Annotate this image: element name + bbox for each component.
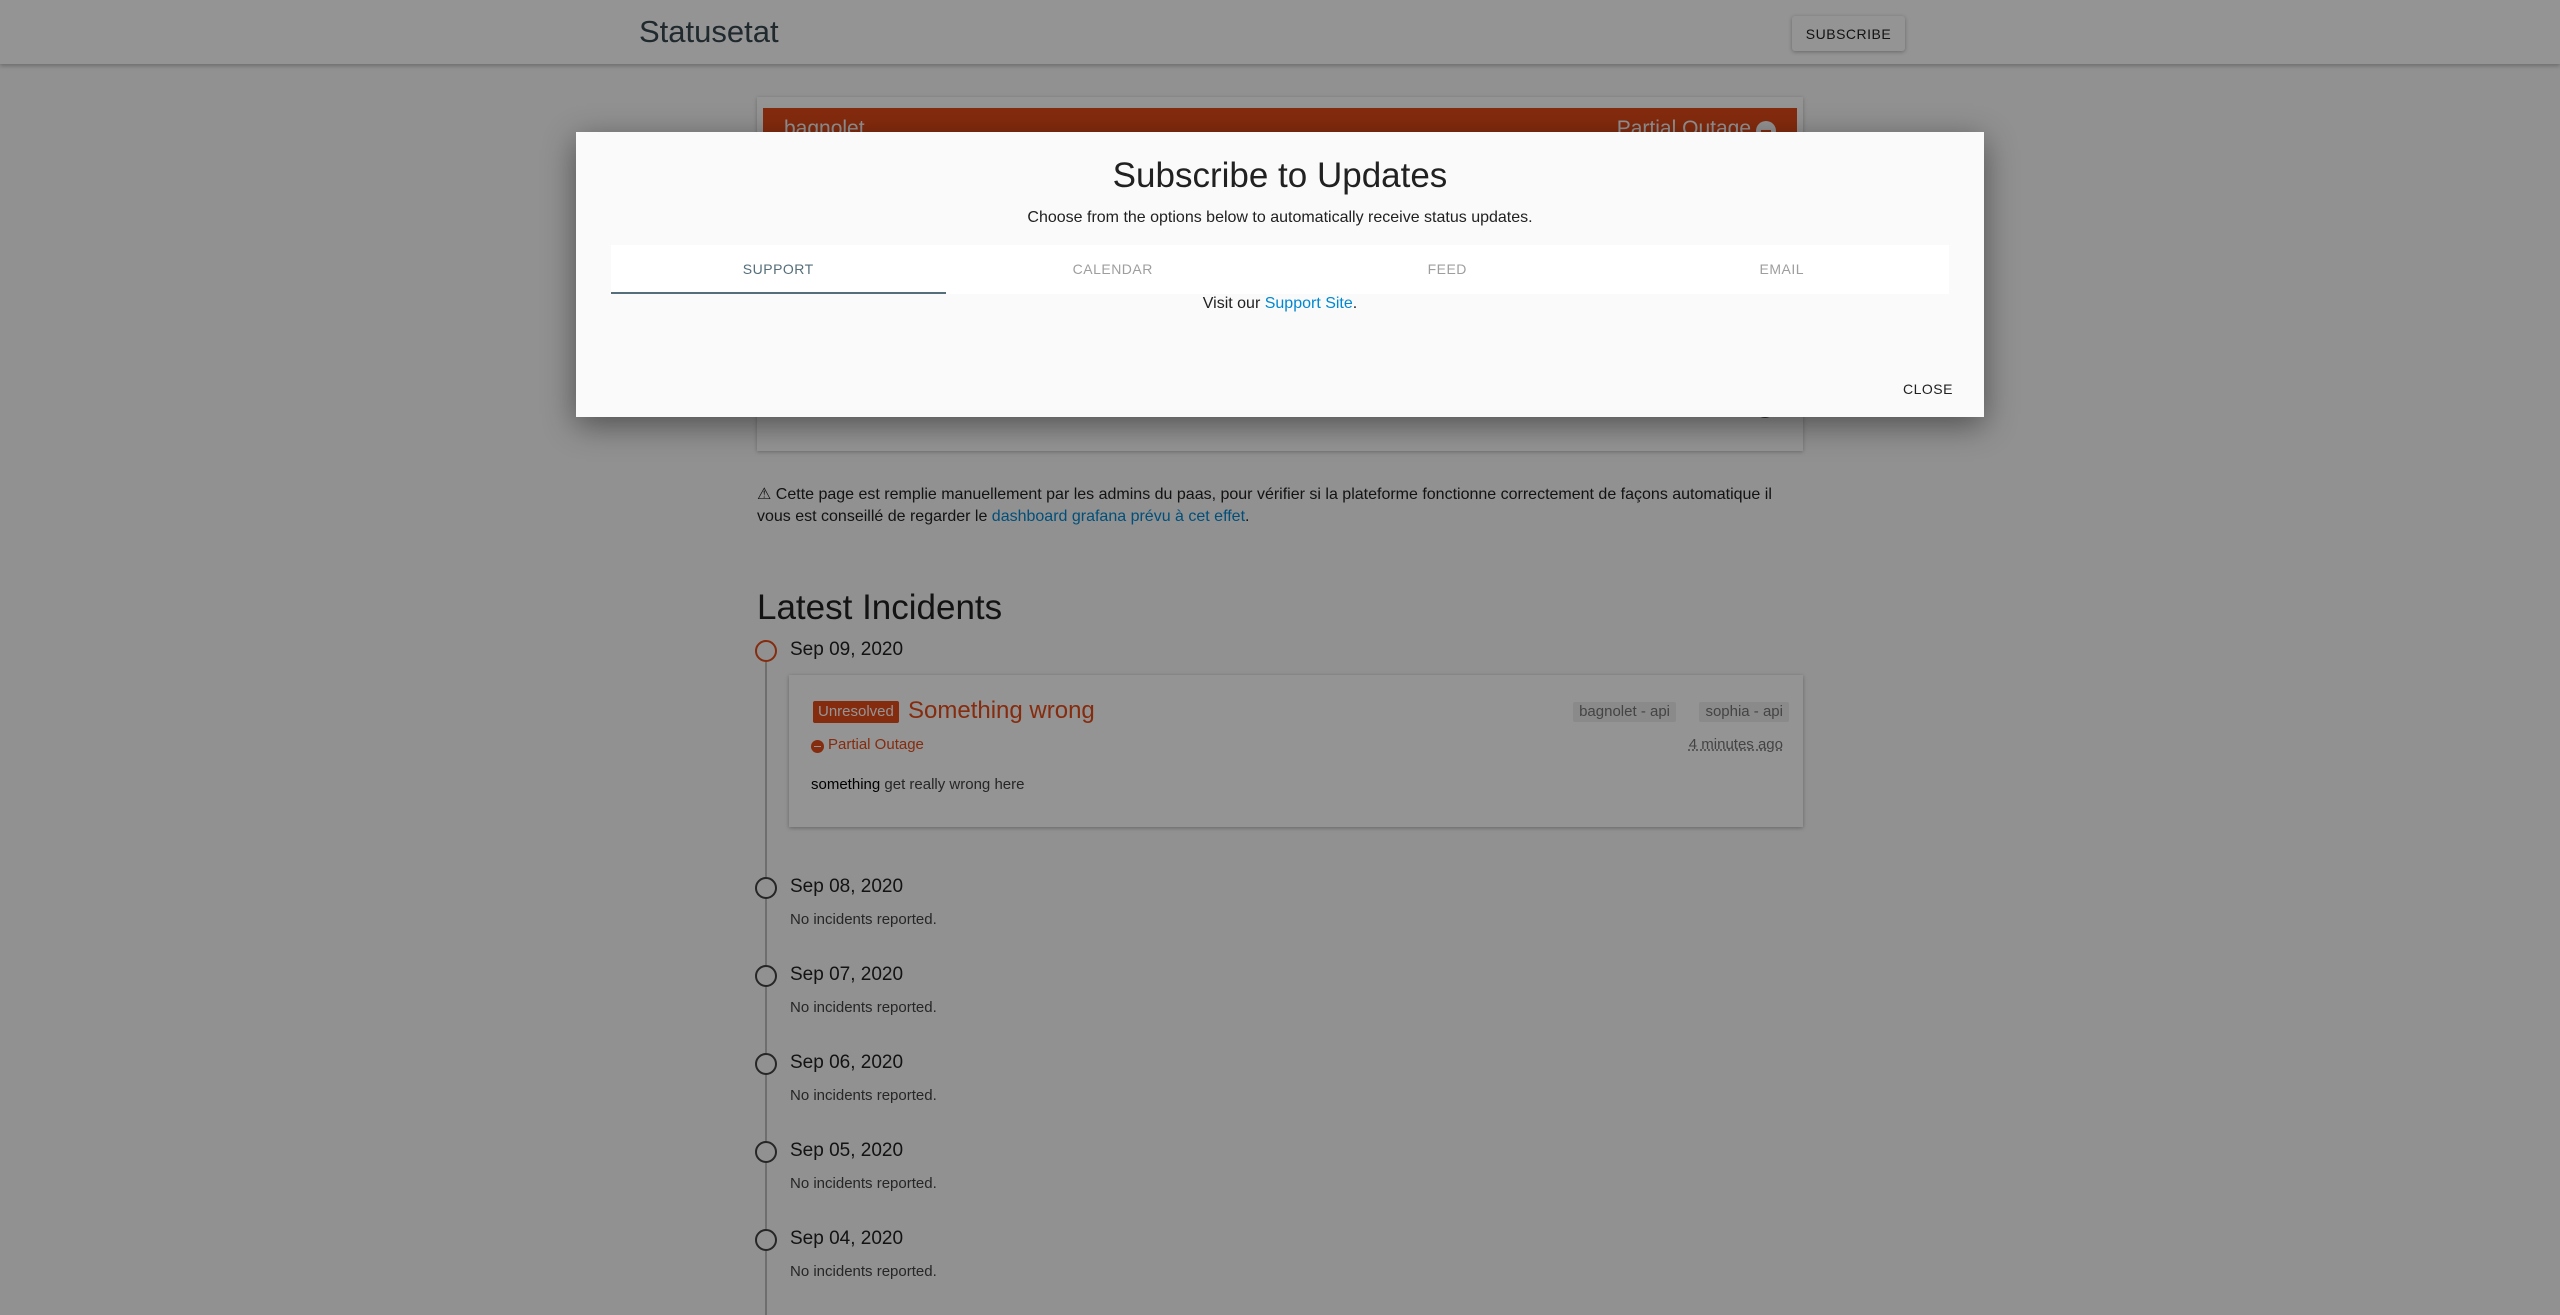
support-text-end: . (1352, 295, 1358, 312)
tab-email[interactable]: EMAIL (1615, 245, 1950, 294)
close-button[interactable]: CLOSE (1898, 373, 1958, 405)
support-site-link[interactable]: Support Site (1265, 295, 1353, 312)
modal-description: Choose from the options below to automat… (1027, 209, 1533, 226)
support-text: Visit our (1202, 295, 1265, 312)
support-tab-content: Visit our Support Site. (576, 295, 1984, 313)
subscribe-modal: Subscribe to Updates Choose from the opt… (576, 132, 1984, 417)
subscribe-tabs: SUPPORT CALENDAR FEED EMAIL (611, 245, 1949, 294)
tab-support[interactable]: SUPPORT (611, 245, 946, 294)
modal-title: Subscribe to Updates (1112, 156, 1448, 195)
tab-calendar[interactable]: CALENDAR (946, 245, 1281, 294)
tab-feed[interactable]: FEED (1280, 245, 1615, 294)
